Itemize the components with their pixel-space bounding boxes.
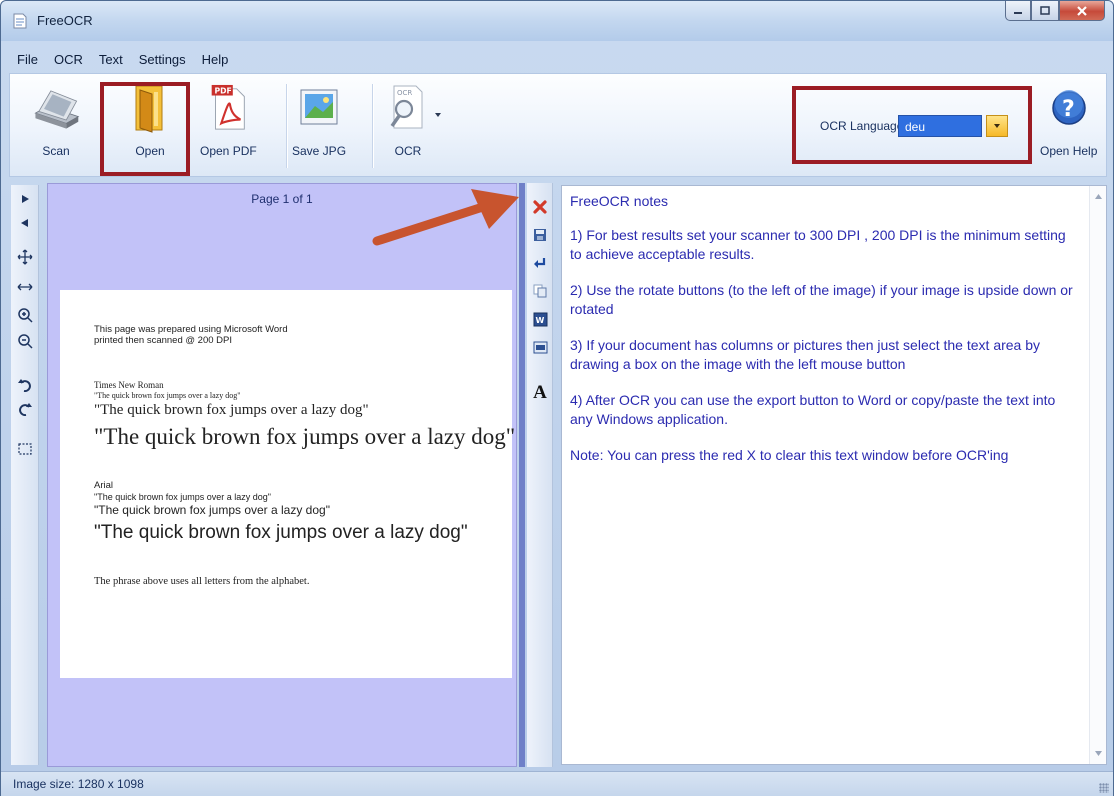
scroll-down-icon[interactable] [1095, 751, 1102, 756]
clear-icon [533, 200, 547, 214]
resize-grip-icon[interactable] [1099, 783, 1109, 793]
ocr-text-output[interactable]: FreeOCR notes 1) For best results set yo… [561, 185, 1107, 765]
rotate-right-icon[interactable] [15, 399, 35, 419]
annotation-arrow-icon [372, 189, 519, 246]
status-bar: Image size: 1280 x 1098 [1, 771, 1113, 796]
clear-text-button[interactable] [530, 197, 550, 217]
image-size-status: Image size: 1280 x 1098 [13, 777, 144, 791]
pdf-badge: PDF [215, 87, 232, 96]
image-file-icon [300, 89, 338, 125]
ocr-button[interactable]: OCR OCR [384, 82, 432, 170]
app-window: FreeOCR File OCR Text Settings Help Scan… [0, 0, 1114, 796]
note-paragraph: Note: You can press the red X to clear t… [570, 447, 1009, 463]
text-scrollbar[interactable] [1089, 186, 1106, 764]
minimize-icon [1014, 11, 1022, 14]
doc-line: "The quick brown fox jumps over a lazy d… [94, 391, 241, 400]
menu-bar: File OCR Text Settings Help [9, 49, 236, 71]
svg-text:?: ? [1062, 97, 1075, 122]
menu-help[interactable]: Help [194, 49, 237, 71]
doc-line: "The quick brown fox jumps over a lazy d… [94, 492, 271, 502]
note-paragraph: 1) For best results set your scanner to … [570, 227, 1066, 262]
menu-text[interactable]: Text [91, 49, 131, 71]
save-jpg-label: Save JPG [292, 144, 347, 158]
notes-title: FreeOCR notes [570, 193, 669, 209]
open-pdf-label: Open PDF [200, 144, 257, 158]
help-icon: ? [1051, 90, 1086, 125]
open-help-button[interactable]: ? Open Help [1040, 82, 1097, 170]
close-button[interactable] [1059, 1, 1105, 21]
open-pdf-button[interactable]: PDF Open PDF [200, 82, 257, 170]
toolbar-separator [286, 84, 287, 168]
copy-text-button[interactable] [530, 281, 550, 301]
font-button[interactable]: A [530, 382, 550, 403]
open-highlight-box [100, 82, 190, 176]
doc-line: Arial [94, 480, 114, 491]
toolbar-separator [372, 84, 373, 168]
maximize-icon [1040, 6, 1050, 15]
scanned-page-image[interactable]: This page was prepared using Microsoft W… [60, 290, 516, 678]
doc-line: The phrase above uses all letters from t… [94, 576, 310, 587]
window-title: FreeOCR [37, 13, 93, 28]
image-tools-bar [11, 185, 39, 765]
text-content[interactable]: FreeOCR notes 1) For best results set yo… [570, 192, 1078, 482]
zoom-out-icon[interactable] [15, 331, 35, 351]
rotate-left-icon[interactable] [15, 375, 35, 395]
previous-page-icon[interactable] [15, 213, 35, 233]
close-icon [1077, 5, 1087, 16]
newline-icon [534, 258, 546, 268]
pdf-file-icon: PDF [212, 84, 246, 130]
html-export-icon [533, 341, 547, 353]
open-help-label: Open Help [1040, 144, 1098, 158]
note-paragraph: 2) Use the rotate buttons (to the left o… [570, 282, 1073, 317]
pan-icon[interactable] [15, 247, 35, 267]
save-jpg-button[interactable]: Save JPG [292, 82, 346, 170]
export-word-button[interactable]: W [530, 309, 550, 329]
doc-line: "The quick brown fox jumps over a lazy d… [94, 424, 516, 449]
select-area-icon[interactable] [15, 439, 35, 459]
app-icon [13, 13, 27, 29]
ocr-label: OCR [394, 144, 422, 158]
note-paragraph: 3) If your document has columns or pictu… [570, 337, 1041, 372]
fit-width-icon[interactable] [15, 277, 35, 297]
doc-line: printed then scanned @ 200 DPI [94, 335, 232, 346]
maximize-button[interactable] [1031, 1, 1059, 21]
menu-file[interactable]: File [9, 49, 46, 71]
doc-line: This page was prepared using Microsoft W… [94, 324, 288, 335]
title-bar: FreeOCR [1, 1, 1113, 41]
svg-text:W: W [535, 316, 544, 325]
minimize-button[interactable] [1005, 1, 1031, 21]
font-icon: A [533, 382, 547, 403]
save-icon [534, 229, 546, 241]
doc-line: "The quick brown fox jumps over a lazy d… [94, 402, 369, 418]
main-toolbar: Scan Open PDF Open PDF Save JPG OCR OCR … [9, 73, 1107, 177]
doc-line: "The quick brown fox jumps over a lazy d… [94, 503, 330, 517]
zoom-in-icon[interactable] [15, 305, 35, 325]
text-tools-bar: W A [527, 183, 553, 767]
copy-icon [533, 284, 547, 298]
panel-splitter[interactable] [519, 183, 525, 767]
doc-line: Times New Roman [94, 380, 164, 390]
menu-ocr[interactable]: OCR [46, 49, 91, 71]
export-html-button[interactable] [530, 337, 550, 357]
note-paragraph: 4) After OCR you can use the export butt… [570, 392, 1056, 427]
ocr-icon-text: OCR [397, 89, 412, 97]
next-page-icon[interactable] [15, 189, 35, 209]
newline-button[interactable] [530, 253, 550, 273]
scroll-up-icon[interactable] [1095, 194, 1102, 199]
language-highlight-box [792, 86, 1032, 164]
ocr-dropdown-icon[interactable] [434, 112, 442, 118]
image-view-panel[interactable]: Page 1 of 1 This page was prepared using… [47, 183, 517, 767]
word-export-icon: W [533, 312, 547, 326]
ocr-magnifier-icon: OCR [390, 85, 423, 129]
scanner-icon [34, 90, 80, 129]
scan-label: Scan [42, 144, 70, 158]
scan-button[interactable]: Scan [32, 82, 80, 170]
doc-line: "The quick brown fox jumps over a lazy d… [94, 522, 468, 543]
menu-settings[interactable]: Settings [131, 49, 194, 71]
save-text-button[interactable] [530, 225, 550, 245]
